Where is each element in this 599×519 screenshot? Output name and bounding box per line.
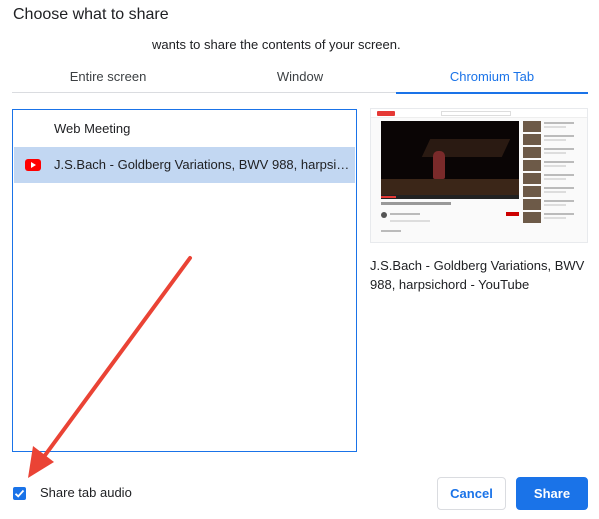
- suggestion-item: [523, 147, 577, 158]
- suggestion-item: [523, 186, 577, 197]
- preview-suggestions: [523, 121, 577, 225]
- checkmark-icon: [14, 489, 25, 498]
- suggestion-item: [523, 212, 577, 223]
- dialog-subtitle: wants to share the contents of your scre…: [152, 37, 401, 52]
- list-item-label: J.S.Bach - Goldberg Variations, BWV 988,…: [54, 157, 351, 172]
- cancel-button[interactable]: Cancel: [437, 477, 506, 510]
- preview-search-box: [441, 111, 511, 116]
- youtube-logo: [377, 111, 395, 116]
- dialog-title: Choose what to share: [13, 6, 169, 23]
- suggestion-item: [523, 160, 577, 171]
- tab-chromium-tab[interactable]: Chromium Tab: [396, 63, 588, 94]
- share-button[interactable]: Share: [516, 477, 588, 510]
- preview-header: [371, 109, 587, 118]
- source-tabs: Entire screen Window Chromium Tab: [12, 63, 588, 94]
- tab-list[interactable]: Web Meeting J.S.Bach - Goldberg Variatio…: [12, 109, 357, 452]
- suggestion-item: [523, 121, 577, 132]
- tab-window[interactable]: Window: [204, 63, 396, 93]
- suggestion-item: [523, 134, 577, 145]
- performer-image: [433, 151, 445, 179]
- preview-video: [381, 121, 519, 199]
- tab-entire-screen[interactable]: Entire screen: [12, 63, 204, 93]
- video-progress-bar: [381, 195, 519, 199]
- youtube-icon: [25, 159, 41, 171]
- share-audio-label: Share tab audio: [40, 485, 132, 500]
- list-item[interactable]: J.S.Bach - Goldberg Variations, BWV 988,…: [14, 147, 355, 183]
- suggestion-item: [523, 199, 577, 210]
- share-audio-checkbox[interactable]: [13, 487, 26, 500]
- suggestion-item: [523, 173, 577, 184]
- preview-video-meta: [381, 202, 519, 242]
- preview-caption: J.S.Bach - Goldberg Variations, BWV 988,…: [370, 258, 585, 292]
- list-item-label: Web Meeting: [54, 121, 131, 136]
- tab-preview-thumbnail: [370, 108, 588, 243]
- list-item[interactable]: Web Meeting: [14, 111, 355, 147]
